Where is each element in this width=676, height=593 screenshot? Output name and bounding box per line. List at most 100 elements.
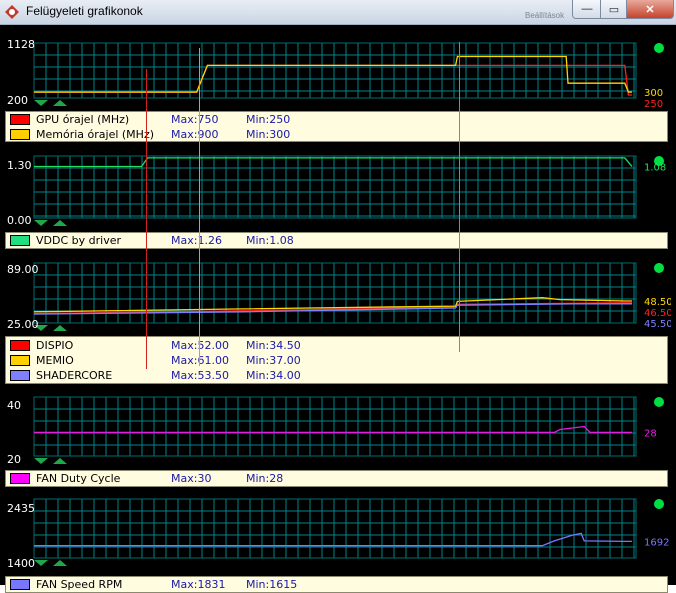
series-line <box>34 425 632 434</box>
clock-y-max: 1128 <box>7 38 35 51</box>
fan-rpm-y-min: 1400 <box>7 557 35 570</box>
plot-frame <box>33 396 637 457</box>
fan-duty-legend: FAN Duty Cycle Max:30 Min:28 <box>5 470 668 487</box>
legend-row-memory-clock[interactable]: Memória órajel (MHz) Max:900 Min:300 <box>6 127 669 142</box>
fan-rpm-y-max: 2435 <box>7 502 35 515</box>
shadercore-max: Max:53.50 <box>171 369 229 382</box>
minimize-button[interactable]: — <box>572 0 602 19</box>
legend-row-memio[interactable]: MEMIO Max:61.00 Min:37.00 <box>6 353 669 368</box>
temperature-legend: DISPIO Max:52.00 Min:34.50 MEMIO Max:61.… <box>5 336 668 384</box>
scroll-down-icon <box>34 100 48 106</box>
fan-duty-max: Max:30 <box>171 472 212 485</box>
legend-row-fan-duty[interactable]: FAN Duty Cycle Max:30 Min:28 <box>6 471 669 486</box>
scroll-up-icon <box>53 458 67 464</box>
temperature-y-max: 89.00 <box>7 263 39 276</box>
memory-clock-min: Min:300 <box>246 128 291 141</box>
current-value-label: 45.50 <box>644 319 671 330</box>
cursor-line-blue[interactable] <box>459 42 460 352</box>
scroll-down-icon <box>34 458 48 464</box>
scroll-up-icon <box>53 100 67 106</box>
vddc-name: VDDC by driver <box>36 234 121 247</box>
dispio-min: Min:34.50 <box>246 339 301 352</box>
status-indicator-icon <box>654 263 664 273</box>
gpu-clock-swatch <box>10 114 30 125</box>
current-value-label: 48.50 <box>644 297 671 308</box>
shadercore-min: Min:34.00 <box>246 369 301 382</box>
scroll-up-icon <box>53 220 67 226</box>
vddc-plot: 1.08 <box>33 155 666 226</box>
fan-duty-y-max: 40 <box>7 399 21 412</box>
status-indicator-icon <box>654 397 664 407</box>
shadercore-name: SHADERCORE <box>36 369 113 382</box>
current-value-label: 1692 <box>644 537 669 548</box>
memio-swatch <box>10 355 30 366</box>
memio-name: MEMIO <box>36 354 74 367</box>
current-value-label: 28 <box>644 428 657 439</box>
series-line <box>34 55 632 93</box>
memio-min: Min:37.00 <box>246 354 301 367</box>
plot-frame <box>33 498 637 559</box>
memory-clock-name: Memória órajel (MHz) <box>36 128 155 141</box>
vddc-legend: VDDC by driver Max:1.26 Min:1.08 <box>5 232 668 249</box>
vddc-max: Max:1.26 <box>171 234 222 247</box>
gpu-clock-name: GPU órajel (MHz) <box>36 113 130 126</box>
temperature-y-min: 25.00 <box>7 318 39 331</box>
temperature-panel: 46.5048.50 45.50 89.00 25.00 DISPIO Max:5… <box>5 258 671 386</box>
fan-rpm-plot: 1692 <box>33 498 669 566</box>
close-icon: ✕ <box>645 3 655 16</box>
clock-plot: 250300 <box>33 42 664 110</box>
fan-duty-y-min: 20 <box>7 453 21 466</box>
background-tab-label: Beállítások <box>525 11 565 20</box>
dispio-swatch <box>10 340 30 351</box>
graphs-area: 250 300 1128 200 GPU órajel (MHz) Max:750… <box>0 25 676 593</box>
memory-clock-swatch <box>10 129 30 140</box>
clock-y-min: 200 <box>7 94 28 107</box>
status-indicator-icon <box>654 43 664 53</box>
vddc-y-max: 1.30 <box>7 159 32 172</box>
app-gpu-icon <box>5 5 19 19</box>
fan-rpm-panel: 1692 2435 1400 FAN Speed RPM Max:1831 Mi… <box>5 494 671 593</box>
status-indicator-icon <box>654 499 664 509</box>
vddc-y-min: 0.00 <box>7 214 32 227</box>
legend-row-gpu-clock[interactable]: GPU órajel (MHz) Max:750 Min:250 <box>6 112 669 127</box>
scroll-up-icon <box>53 325 67 331</box>
current-value-label: 250 <box>644 99 663 110</box>
maximize-button[interactable]: ▭ <box>600 0 628 19</box>
temperature-plot: 46.5048.50 45.50 <box>33 262 671 331</box>
current-value-label: 1.08 <box>644 163 666 174</box>
fan-duty-swatch <box>10 473 30 484</box>
dispio-name: DISPIO <box>36 339 74 352</box>
shadercore-swatch <box>10 370 30 381</box>
plot-frame <box>33 42 637 99</box>
fan-duty-name: FAN Duty Cycle <box>36 472 121 485</box>
vddc-panel: 1.08 1.30 0.00 VDDC by driver Max:1.26 M… <box>5 151 671 251</box>
series-line <box>34 157 633 168</box>
scroll-up-icon <box>53 560 67 566</box>
clock-legend: GPU órajel (MHz) Max:750 Min:250 Memória… <box>5 111 668 142</box>
maximize-icon: ▭ <box>608 3 620 16</box>
memory-clock-max: Max:900 <box>171 128 219 141</box>
current-value-label: 300 <box>644 88 663 99</box>
fan-duty-plot: 28 <box>33 396 664 464</box>
window-titlebar[interactable]: Felügyeleti grafikonok Beállítások — ▭ ✕ <box>0 0 676 25</box>
vddc-min: Min:1.08 <box>246 234 294 247</box>
legend-row-shadercore[interactable]: SHADERCORE Max:53.50 Min:34.00 <box>6 368 669 383</box>
gpu-clock-min: Min:250 <box>246 113 291 126</box>
gpu-clock-max: Max:750 <box>171 113 219 126</box>
fan-duty-min: Min:28 <box>246 472 284 485</box>
cursor-line-red[interactable] <box>146 69 147 369</box>
vddc-swatch <box>10 235 30 246</box>
clock-panel: 250 300 1128 200 GPU órajel (MHz) Max:750… <box>5 38 671 145</box>
scroll-down-icon <box>34 220 48 226</box>
fan-duty-panel: 28 40 20 FAN Duty Cycle Max:30 Min:28 <box>5 392 671 489</box>
cursor-line-yellow[interactable] <box>199 48 200 366</box>
plot-frame <box>33 262 637 324</box>
legend-row-dispio[interactable]: DISPIO Max:52.00 Min:34.50 <box>6 338 669 353</box>
plot-frame <box>33 155 637 219</box>
scroll-down-icon <box>34 560 48 566</box>
window-title: Felügyeleti grafikonok <box>26 4 143 18</box>
close-button[interactable]: ✕ <box>626 0 674 19</box>
minimize-icon: — <box>581 3 593 15</box>
current-value-label: 46.50 <box>644 308 671 319</box>
legend-row-vddc[interactable]: VDDC by driver Max:1.26 Min:1.08 <box>6 233 669 248</box>
